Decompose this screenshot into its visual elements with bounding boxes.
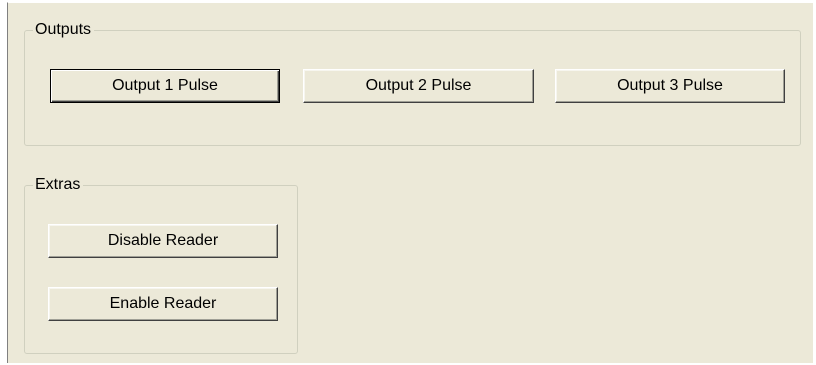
outputs-groupbox-title: Outputs xyxy=(33,20,95,40)
output-2-pulse-button[interactable]: Output 2 Pulse xyxy=(303,69,534,103)
enable-reader-label: Enable Reader xyxy=(109,295,217,312)
disable-reader-button[interactable]: Disable Reader xyxy=(48,224,278,258)
output-1-pulse-button[interactable]: Output 1 Pulse xyxy=(50,69,280,103)
disable-reader-label: Disable Reader xyxy=(107,232,219,249)
output-2-pulse-label: Output 2 Pulse xyxy=(365,77,472,94)
output-3-pulse-button[interactable]: Output 3 Pulse xyxy=(555,69,785,103)
extras-groupbox-title: Extras xyxy=(33,175,84,195)
enable-reader-button[interactable]: Enable Reader xyxy=(48,287,278,321)
outputs-groupbox: Outputs Output 1 Pulse Output 2 Pulse Ou… xyxy=(24,20,801,146)
output-1-pulse-label: Output 1 Pulse xyxy=(112,77,218,94)
output-3-pulse-label: Output 3 Pulse xyxy=(617,77,723,94)
extras-groupbox: Extras Disable Reader Enable Reader xyxy=(24,175,298,354)
dialog-panel: Outputs Output 1 Pulse Output 2 Pulse Ou… xyxy=(7,2,813,363)
